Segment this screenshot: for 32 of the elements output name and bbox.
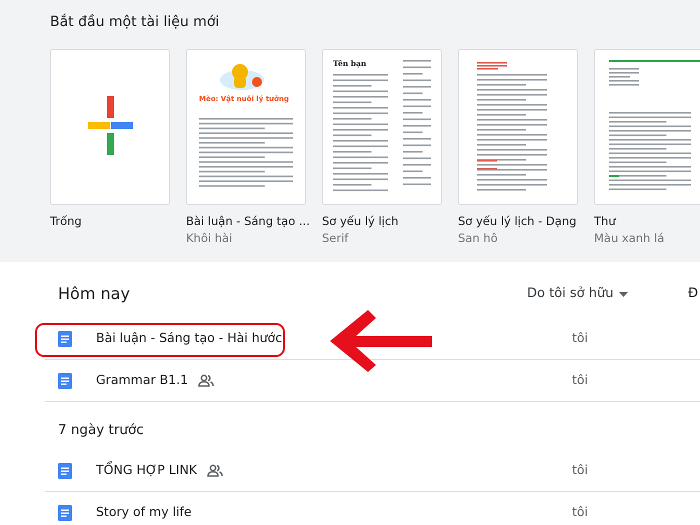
group-title: 7 ngày trước	[58, 420, 144, 440]
template-name: Thư	[594, 213, 616, 230]
template-subtitle: Serif	[322, 230, 350, 248]
owner-text: tôi	[572, 329, 588, 348]
template-subtitle: Khôi hài	[186, 230, 234, 248]
owner-filter[interactable]: Do tôi sở hữu	[527, 284, 628, 304]
template-subtitle: Màu xanh lá	[594, 230, 666, 248]
plus-icon	[88, 96, 133, 155]
caret-icon	[619, 292, 628, 296]
template-thumbnail[interactable]	[594, 49, 700, 205]
template-name: Bài luận - Sáng tạo ...	[186, 213, 310, 230]
template-thumbnail[interactable]	[458, 49, 578, 205]
owner-text: tôi	[572, 461, 588, 480]
cat-drawing	[220, 64, 264, 90]
section-title: Bắt đầu một tài liệu mới	[50, 12, 220, 32]
owner-text: tôi	[572, 371, 588, 390]
owner-text: tôi	[572, 503, 588, 522]
template-subtitle: San hô	[458, 230, 499, 248]
document-icon	[58, 462, 72, 478]
template-name: Sơ yếu lý lịch - Dạng	[458, 213, 576, 230]
template-thumbnail[interactable]	[50, 49, 170, 205]
document-name[interactable]: Grammar B1.1	[96, 371, 188, 390]
template-name: Sơ yếu lý lịch	[322, 213, 398, 230]
group-title: Hôm nay	[58, 283, 130, 305]
document-icon	[58, 372, 72, 388]
document-name[interactable]: TỔNG HỢP LINK	[96, 461, 198, 480]
document-icon	[58, 330, 72, 346]
document-name[interactable]: Story of my life	[96, 503, 192, 522]
document-icon	[58, 504, 72, 520]
column-header[interactable]: Đ	[688, 284, 698, 304]
template-name: Trống	[50, 213, 82, 230]
document-name[interactable]: Bài luận - Sáng tạo - Hài hước	[96, 329, 282, 348]
